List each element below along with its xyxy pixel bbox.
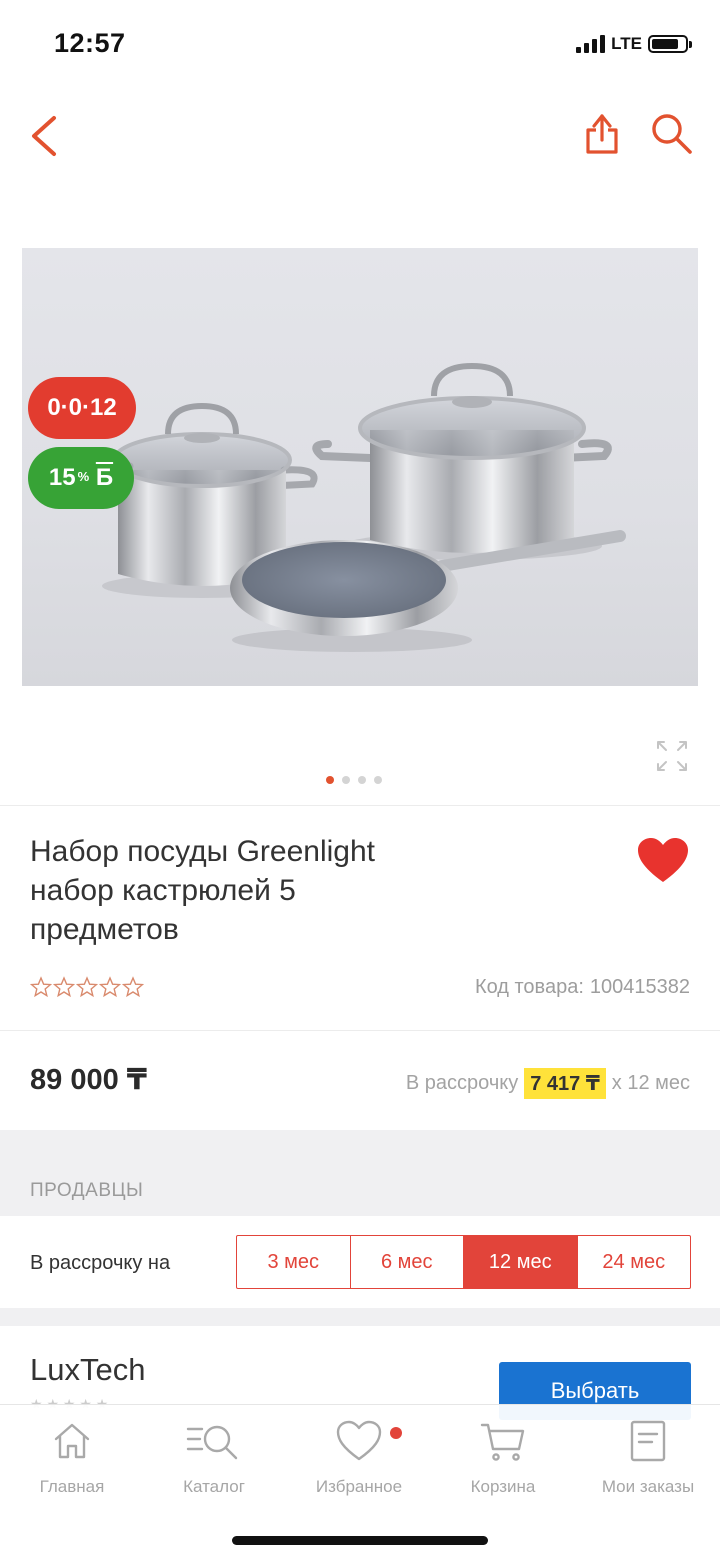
tab-orders[interactable]: Мои заказы <box>578 1419 718 1497</box>
tab-home-label: Главная <box>39 1477 105 1496</box>
gallery-dot[interactable] <box>358 776 366 784</box>
tab-favorites-label: Избранное <box>315 1477 403 1496</box>
tab-cart-label: Корзина <box>470 1477 536 1496</box>
sku-value: 100415382 <box>589 976 690 998</box>
catalog-search-icon <box>186 1425 238 1460</box>
term-tab-6[interactable]: 6 мес <box>351 1236 464 1288</box>
star-empty-icon <box>99 976 121 998</box>
signal-icon <box>576 35 606 53</box>
tab-cart[interactable]: Корзина <box>433 1419 573 1497</box>
home-indicator <box>232 1536 488 1545</box>
seller-name: LuxTech <box>30 1352 146 1387</box>
star-empty-icon <box>122 976 144 998</box>
sku-label: Код товара: <box>474 976 584 998</box>
section-divider <box>0 1308 720 1326</box>
term-tab-12[interactable]: 12 мес <box>464 1236 578 1288</box>
bonus-badge: 15% Б <box>28 447 134 509</box>
bonus-unit: % <box>77 468 90 484</box>
status-bar: 12:57 LTE <box>0 0 720 90</box>
heart-icon <box>336 1420 382 1461</box>
tab-catalog-label: Каталог <box>183 1477 245 1496</box>
bonus-percent: 15 <box>48 464 76 491</box>
gallery-pagination <box>326 776 382 784</box>
star-empty-icon <box>76 976 98 998</box>
installment-term-label: В рассрочку на <box>30 1252 171 1274</box>
rating-stars <box>30 976 144 998</box>
back-arrow-icon[interactable] <box>24 110 68 162</box>
installment-suffix: x 12 мес <box>611 1072 690 1094</box>
battery-icon <box>648 35 692 53</box>
bonus-currency: Б <box>95 464 114 491</box>
star-empty-icon <box>53 976 75 998</box>
gallery-dot[interactable] <box>374 776 382 784</box>
share-icon[interactable] <box>580 106 624 158</box>
term-tab-3[interactable]: 3 мес <box>237 1236 351 1288</box>
search-icon[interactable] <box>648 110 694 156</box>
fullscreen-icon[interactable] <box>654 738 690 774</box>
installment-amount: 7 417 ₸ <box>524 1068 606 1099</box>
nav-bar <box>0 100 720 172</box>
tab-favorites[interactable]: Избранное <box>289 1419 429 1497</box>
notification-dot <box>390 1427 402 1439</box>
favorite-heart-icon[interactable] <box>636 836 690 884</box>
cart-icon <box>480 1423 525 1461</box>
star-empty-icon <box>30 976 52 998</box>
product-title: Набор посуды Greenlight набор кастрюлей … <box>30 835 375 946</box>
divider <box>0 1030 720 1031</box>
network-label: LTE <box>611 34 642 53</box>
divider <box>0 805 720 806</box>
installment-prefix: В рассрочку <box>405 1072 519 1094</box>
product-price: 89 000 ₸ <box>30 1064 147 1096</box>
tab-catalog[interactable]: Каталог <box>144 1419 284 1497</box>
product-sku: Код товара: 100415382 <box>475 976 690 999</box>
installment-badge: 0·0·12 <box>28 377 136 439</box>
tab-orders-label: Мои заказы <box>601 1477 695 1496</box>
term-tab-24[interactable]: 24 мес <box>578 1236 691 1288</box>
status-time: 12:57 <box>54 28 126 58</box>
status-indicators: LTE <box>576 34 692 54</box>
tab-home[interactable]: Главная <box>2 1419 142 1497</box>
home-icon <box>54 1423 90 1459</box>
installment-term-selector: 3 мес 6 мес 12 мес 24 мес <box>236 1235 691 1289</box>
orders-icon <box>630 1420 666 1462</box>
sellers-section-label: ПРОДАВЦЫ <box>30 1180 144 1201</box>
gallery-dot-active[interactable] <box>326 776 334 784</box>
gallery-dot[interactable] <box>342 776 350 784</box>
installment-info: В рассрочку 7 417 ₸ x 12 мес <box>406 1068 690 1099</box>
sellers-header <box>0 1130 720 1216</box>
